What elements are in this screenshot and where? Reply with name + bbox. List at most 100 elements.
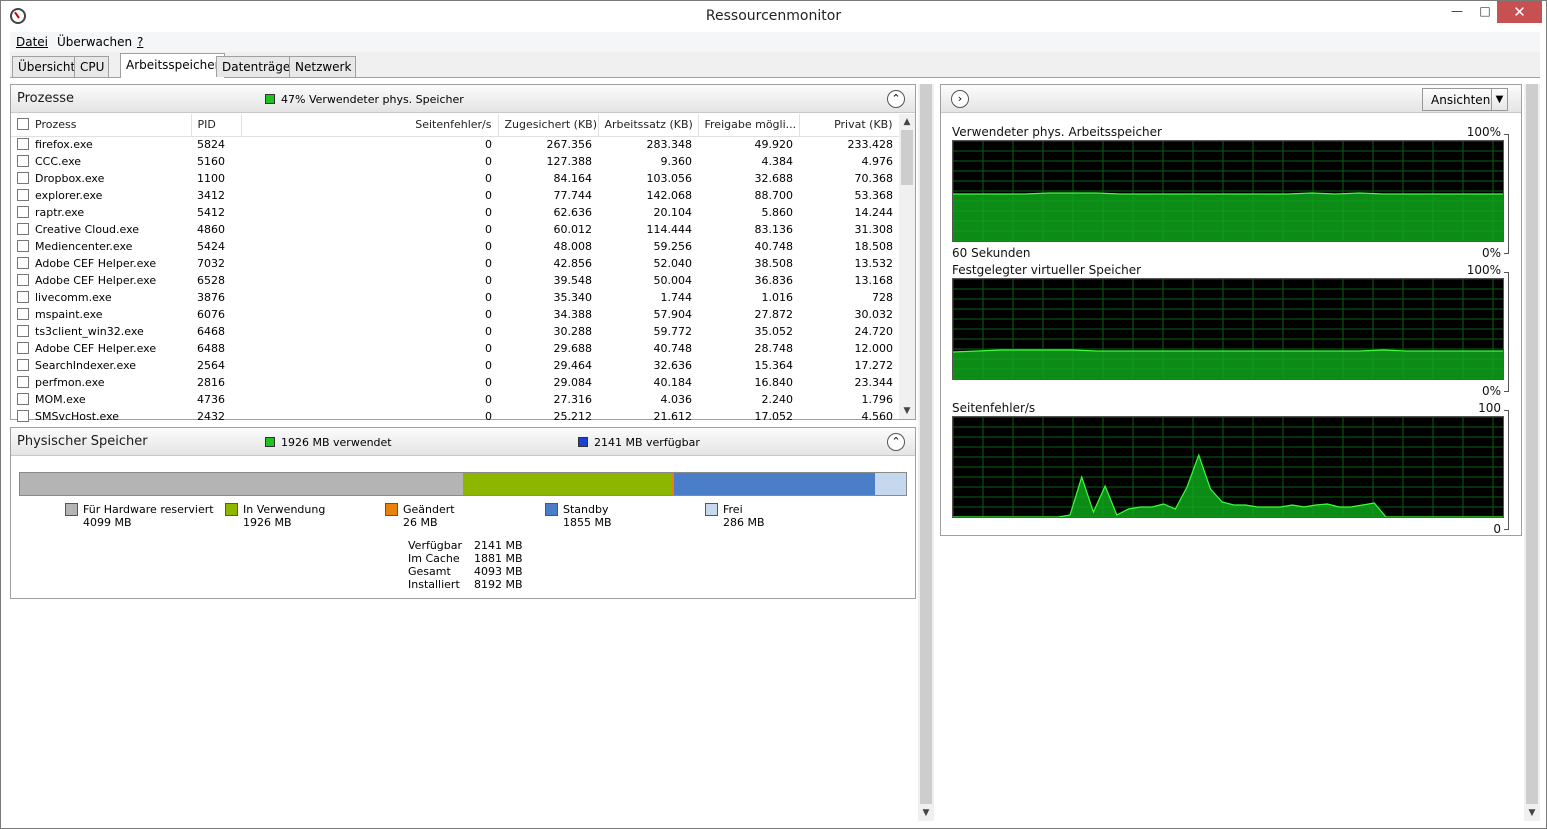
graph-title: Seitenfehler/s — [952, 401, 1036, 415]
graph-min-label: 0% — [1481, 246, 1501, 260]
table-cell: 27.316 — [553, 393, 593, 406]
left-pane-scroll-thumb[interactable] — [920, 84, 932, 804]
column-header-arbeitssatz[interactable]: Arbeitssatz (KB) — [598, 114, 699, 137]
graph-scale-bracket — [1504, 272, 1509, 392]
process-checkbox[interactable] — [17, 206, 29, 218]
menu-ueberwachen[interactable]: Überwachen — [57, 35, 132, 49]
column-header-seitenfehler[interactable]: Seitenfehler/s — [241, 114, 499, 137]
maximize-button[interactable]: □ — [1471, 1, 1499, 23]
close-button[interactable]: ✕ — [1497, 1, 1542, 23]
column-header-freigabe[interactable]: Freigabe mögli... — [698, 114, 800, 137]
table-cell: 4736 — [197, 393, 225, 406]
process-checkbox[interactable] — [17, 325, 29, 337]
process-name: Mediencenter.exe — [35, 240, 133, 253]
table-cell: 4.976 — [861, 155, 894, 168]
tab-uebersicht[interactable]: Übersicht — [12, 56, 81, 77]
scroll-up-arrow[interactable]: ▲ — [899, 114, 915, 130]
select-all-checkbox[interactable] — [17, 118, 29, 131]
table-row[interactable]: livecomm.exe 3876 0 35.340 1.744 1.016 728 — [11, 289, 899, 306]
table-cell: 0 — [485, 189, 492, 202]
minimize-button[interactable]: — — [1443, 1, 1471, 23]
scroll-thumb[interactable] — [901, 130, 913, 185]
column-header-prozess[interactable]: Prozess — [11, 114, 192, 137]
process-checkbox[interactable] — [17, 359, 29, 371]
graph-canvas — [952, 140, 1504, 242]
used-status-text: 1926 MB verwendet — [281, 436, 392, 449]
table-row[interactable]: MOM.exe 4736 0 27.316 4.036 2.240 1.796 — [11, 391, 899, 408]
process-checkbox[interactable] — [17, 291, 29, 303]
process-checkbox[interactable] — [17, 172, 29, 184]
summary-key: Im Cache — [408, 552, 460, 565]
memory-used-swatch — [265, 94, 275, 104]
process-checkbox[interactable] — [17, 189, 29, 201]
table-row[interactable]: SMSvcHost.exe 2432 0 25.212 21.612 17.052 4.56… — [11, 408, 899, 425]
table-row[interactable]: Mediencenter.exe 5424 0 48.008 59.256 40.748 1… — [11, 238, 899, 255]
graph-area — [953, 193, 1503, 241]
table-row[interactable]: perfmon.exe 2816 0 29.084 40.184 16.840 23.344 — [11, 374, 899, 391]
table-row[interactable]: explorer.exe 3412 0 77.744 142.068 88.700 53.3… — [11, 187, 899, 204]
column-header-privat[interactable]: Privat (KB) — [799, 114, 900, 137]
column-header-zugesichert[interactable]: Zugesichert (KB) — [498, 114, 599, 137]
process-checkbox[interactable] — [17, 342, 29, 354]
memory-bar-segment-free — [875, 473, 906, 495]
expand-graph-panel-button[interactable]: › — [951, 90, 969, 108]
table-row[interactable]: mspaint.exe 6076 0 34.388 57.904 27.872 30.032 — [11, 306, 899, 323]
table-cell: 40.184 — [653, 376, 693, 389]
table-cell: Adobe CEF Helper.exe — [11, 272, 191, 289]
left-pane-scroll-down[interactable]: ▼ — [918, 805, 934, 821]
table-row[interactable]: Dropbox.exe 1100 0 84.164 103.056 32.688 70.36… — [11, 170, 899, 187]
summary-row: Installiert 8192 MB — [408, 578, 523, 591]
tab-arbeitsspeicher[interactable]: Arbeitsspeicher — [120, 53, 225, 78]
table-cell: firefox.exe — [11, 136, 191, 153]
table-cell: 0 — [485, 206, 492, 219]
table-cell: 0 — [485, 342, 492, 355]
table-cell: 7032 — [197, 257, 225, 270]
table-row[interactable]: Adobe CEF Helper.exe 6488 0 29.688 40.748 28.… — [11, 340, 899, 357]
process-checkbox[interactable] — [17, 155, 29, 167]
table-cell: 127.388 — [546, 155, 593, 168]
table-row[interactable]: firefox.exe 5824 0 267.356 283.348 49.920 233.… — [11, 136, 899, 153]
right-pane-scrollbar[interactable]: ▼ — [1524, 84, 1540, 821]
table-cell: 21.612 — [653, 410, 693, 423]
process-name: SearchIndexer.exe — [35, 359, 137, 372]
chevron-down-icon[interactable]: ▼ — [1491, 89, 1507, 110]
process-checkbox[interactable] — [17, 410, 29, 422]
process-checkbox[interactable] — [17, 138, 29, 151]
table-row[interactable]: SearchIndexer.exe 2564 0 29.464 32.636 15.364… — [11, 357, 899, 374]
table-row[interactable]: Adobe CEF Helper.exe 6528 0 39.548 50.004 36.… — [11, 272, 899, 289]
process-checkbox[interactable] — [17, 308, 29, 320]
tab-cpu[interactable]: CPU — [74, 56, 110, 77]
process-checkbox[interactable] — [17, 257, 29, 269]
processes-scrollbar[interactable]: ▲ ▼ — [899, 114, 915, 419]
table-cell: 0 — [485, 308, 492, 321]
right-pane-scroll-down[interactable]: ▼ — [1524, 805, 1540, 821]
table-row[interactable]: Creative Cloud.exe 4860 0 60.012 114.444 83.1… — [11, 221, 899, 238]
collapse-physical-button[interactable]: ⌃ — [887, 433, 905, 451]
tab-netzwerk[interactable]: Netzwerk — [289, 56, 357, 77]
menu-datei[interactable]: Datei — [16, 35, 48, 49]
graph-canvas — [952, 278, 1504, 380]
process-checkbox[interactable] — [17, 223, 29, 235]
table-row[interactable]: ts3client_win32.exe 6468 0 30.288 59.772 35.0… — [11, 323, 899, 340]
views-dropdown[interactable]: Ansichten ▼ — [1422, 88, 1508, 111]
process-checkbox[interactable] — [17, 393, 29, 405]
process-checkbox[interactable] — [17, 274, 29, 286]
table-cell: 34.388 — [553, 308, 593, 321]
right-pane-scroll-thumb[interactable] — [1526, 84, 1538, 804]
process-checkbox[interactable] — [17, 240, 29, 252]
table-cell: Adobe CEF Helper.exe — [11, 255, 191, 272]
table-row[interactable]: raptr.exe 5412 0 62.636 20.104 5.860 14.244 — [11, 204, 899, 221]
collapse-processes-button[interactable]: ⌃ — [887, 90, 905, 108]
memory-bar-segment-standby — [674, 473, 876, 495]
tab-datentraeger[interactable]: Datenträger — [216, 56, 301, 77]
table-row[interactable]: Adobe CEF Helper.exe 7032 0 42.856 52.040 38.… — [11, 255, 899, 272]
process-checkbox[interactable] — [17, 376, 29, 388]
left-pane-scrollbar[interactable]: ▼ — [918, 84, 934, 821]
column-header-pid[interactable]: PID — [191, 114, 242, 137]
scroll-down-arrow[interactable]: ▼ — [899, 403, 915, 419]
physical-memory-header[interactable]: Physischer Speicher 1926 MB verwendet 21… — [11, 428, 915, 456]
table-row[interactable]: CCC.exe 5160 0 127.388 9.360 4.384 4.976 — [11, 153, 899, 170]
table-cell: 233.428 — [847, 138, 894, 152]
processes-header[interactable]: Prozesse 47% Verwendeter phys. Speicher … — [11, 85, 915, 113]
menu-help[interactable]: ? — [137, 35, 143, 49]
